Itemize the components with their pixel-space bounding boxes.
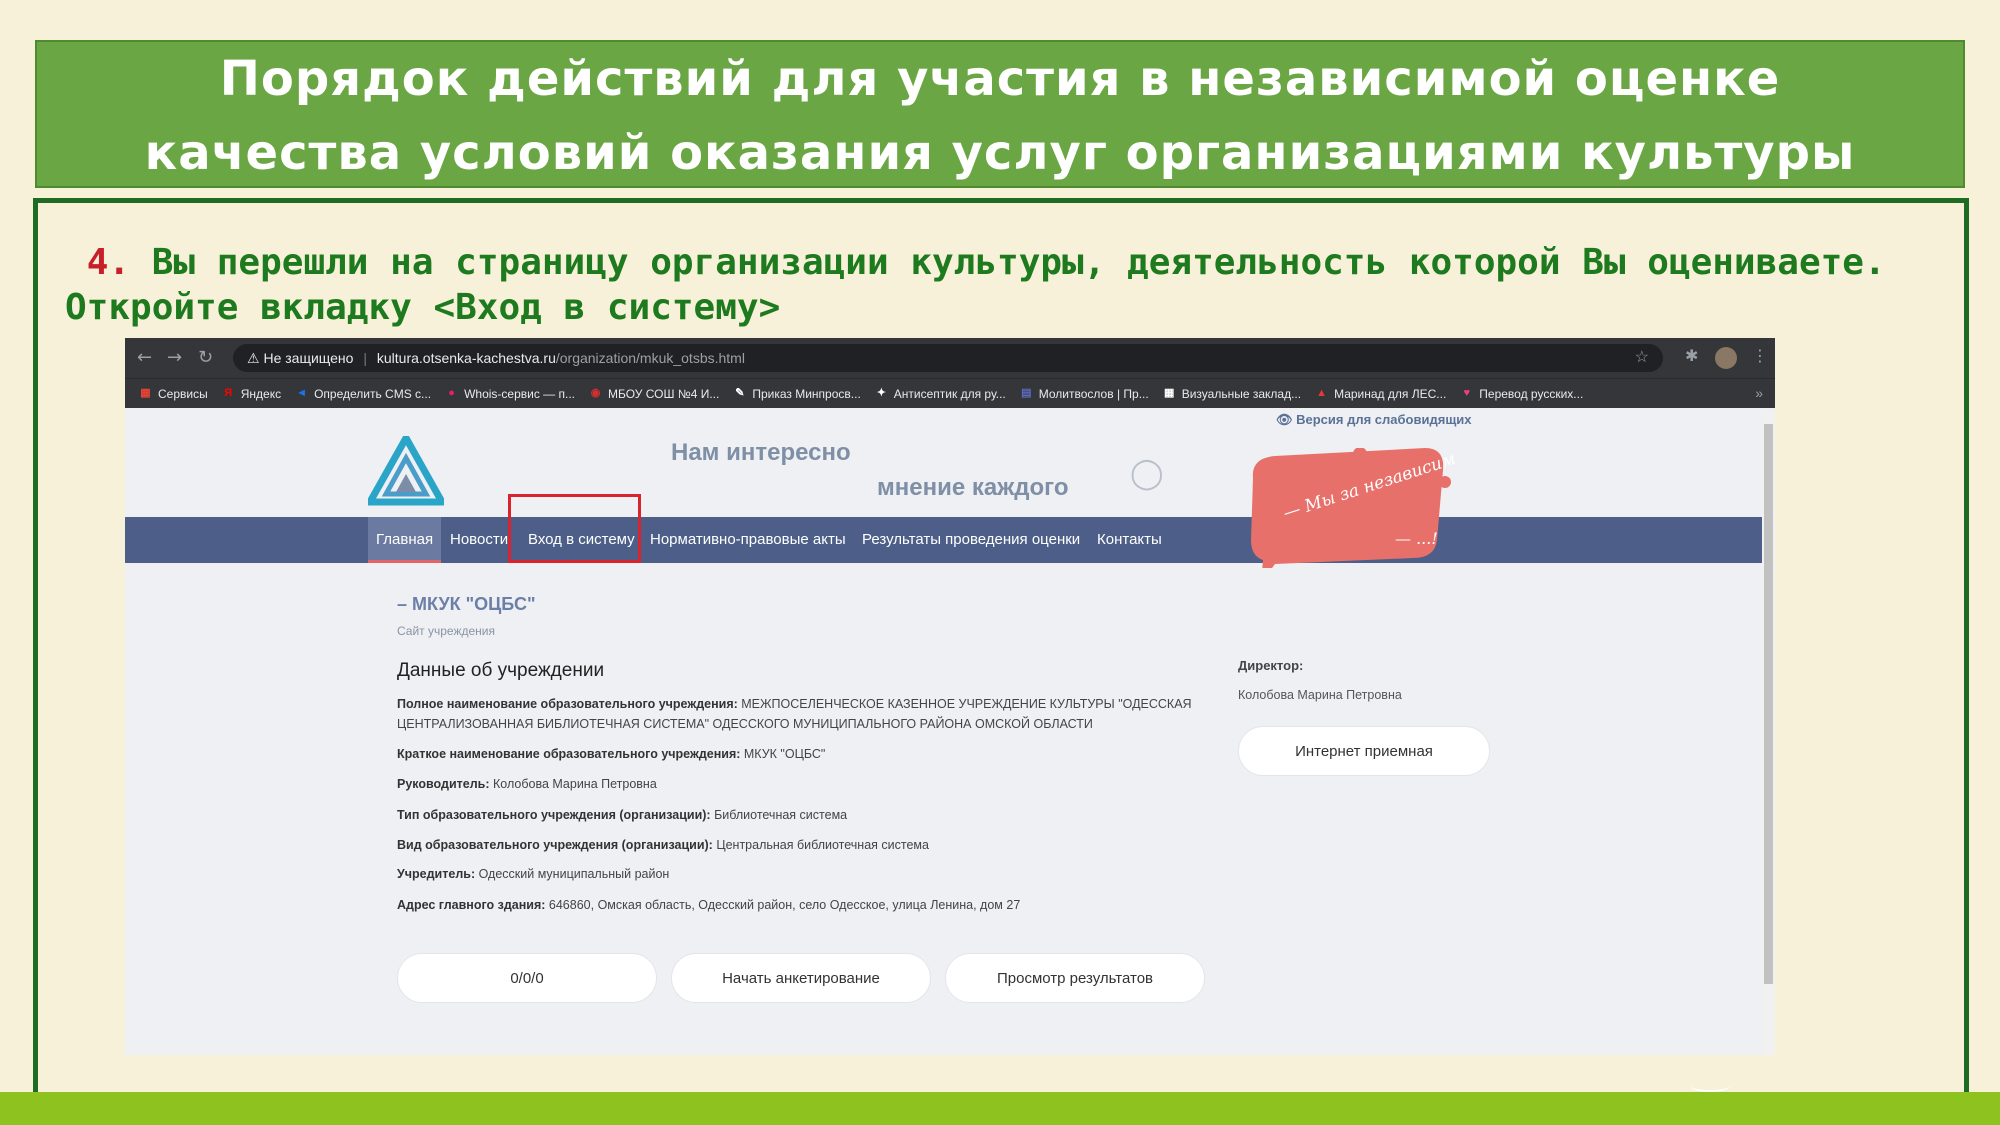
field-full-name: Полное наименование образовательного учр… xyxy=(397,697,1192,731)
director-name: Колобова Марина Петровна xyxy=(1238,688,1402,702)
url-domain: kultura.otsenka-kachestva.ru xyxy=(376,350,556,366)
view-results-button[interactable]: Просмотр результатов xyxy=(945,953,1205,1003)
bookmark-label: Молитвослов | Пр... xyxy=(1038,386,1149,401)
web-page: 👁 Версия для слабовидящих Нам интересно … xyxy=(125,408,1775,1055)
security-status: Не защищено xyxy=(263,350,354,366)
slide-title-line2: качества условий оказания услуг организа… xyxy=(144,125,1856,181)
school-icon: ◉ xyxy=(590,387,601,399)
org-title: – МКУК "ОЦБС" xyxy=(397,594,536,614)
book-icon: ▤ xyxy=(1021,387,1032,399)
slogan-line1: Нам интересно xyxy=(671,439,851,466)
low-vision-link[interactable]: 👁 Версия для слабовидящих xyxy=(1276,412,1472,428)
field-short-name: Краткое наименование образовательного уч… xyxy=(397,747,826,761)
more-bookmarks-icon[interactable]: » xyxy=(1755,385,1763,401)
bookmark-item[interactable]: ▦ Визуальные заклад... xyxy=(1163,387,1301,401)
bookmark-label: МБОУ СОШ №4 И... xyxy=(608,386,720,401)
start-survey-button[interactable]: Начать анкетирование xyxy=(671,953,931,1003)
bookmark-label: Определить CMS с... xyxy=(314,386,432,401)
field-head: Руководитель: Колобова Марина Петровна xyxy=(397,777,657,791)
page-scrollbar[interactable] xyxy=(1762,410,1775,1055)
bookmark-label: Яндекс xyxy=(240,386,282,401)
reload-icon[interactable]: ↻ xyxy=(198,347,213,368)
nav-contacts[interactable]: Контакты xyxy=(1097,517,1162,563)
bookmark-label: Whois-сервис — п... xyxy=(464,386,575,401)
data-heading: Данные об учреждении xyxy=(397,660,605,681)
doc-icon: ✎ xyxy=(735,387,745,399)
bookmark-item[interactable]: ● Whois-сервис — п... xyxy=(445,387,575,401)
extensions-icon[interactable]: ✱ xyxy=(1685,346,1698,365)
yandex-icon: Я xyxy=(224,387,233,399)
site-logo-icon[interactable] xyxy=(368,436,444,506)
bookmark-label: Антисептик для ру... xyxy=(893,386,1006,401)
browser-screenshot: ← → ↻ ⚠ Не защищено | kultura.otsenka-ka… xyxy=(125,338,1775,1055)
bookmark-star-icon[interactable]: ☆ xyxy=(1635,344,1649,372)
slogan-line2: мнение каждого xyxy=(877,474,1069,501)
field-address: Адрес главного здания: 646860, Омская об… xyxy=(397,898,1021,912)
internet-reception-button[interactable]: Интернет приемная xyxy=(1238,726,1490,776)
bookmark-label: Приказ Минпросв... xyxy=(752,386,861,401)
bookmark-item[interactable]: ▤ Молитвослов | Пр... xyxy=(1020,387,1149,401)
tiles-icon: ▦ xyxy=(1164,387,1175,399)
bookmark-item[interactable]: ▦ Сервисы xyxy=(139,386,208,401)
browser-toolbar: ← → ↻ ⚠ Не защищено | kultura.otsenka-ka… xyxy=(125,338,1775,378)
cms-icon: ◄ xyxy=(296,387,308,399)
warning-icon: ⚠ xyxy=(247,350,260,366)
counter-button[interactable]: 0/0/0 xyxy=(397,953,657,1003)
bookmark-item[interactable]: ✎ Приказ Минпросв... xyxy=(733,386,861,401)
nav-legal-acts[interactable]: Нормативно-правовые акты xyxy=(650,517,846,563)
org-site-link[interactable]: Сайт учреждения xyxy=(397,624,495,638)
director-label: Директор: xyxy=(1238,658,1304,673)
profile-avatar[interactable] xyxy=(1715,347,1737,369)
nav-news[interactable]: Новости xyxy=(450,517,508,563)
apps-grid-icon: ▦ xyxy=(140,387,151,399)
instruction-line1: Вы перешли на страницу организации культ… xyxy=(151,242,1886,283)
step-instruction: 4. Вы перешли на страницу организации ку… xyxy=(65,240,1965,330)
whois-icon: ● xyxy=(448,387,455,399)
scrollbar-thumb[interactable] xyxy=(1764,424,1773,984)
bookmark-item[interactable]: ◉ МБОУ СОШ №4 И... xyxy=(589,386,720,401)
site-navbar: Главная Новости Вход в систему Нормативн… xyxy=(125,517,1762,563)
bookmark-item[interactable]: ✦ Антисептик для ру... xyxy=(875,387,1006,401)
bookmark-label: Визуальные заклад... xyxy=(1181,386,1302,401)
step-number: 4. xyxy=(86,242,131,283)
field-type: Тип образовательного учреждения (организ… xyxy=(397,808,848,822)
sparkle-icon: ✦ xyxy=(876,387,886,399)
slogan-badge: — Мы за независимую оценку! — ...! xyxy=(1251,448,1455,568)
instruction-line2: Откройте вкладку <Вход в систему> xyxy=(65,287,781,328)
slide-title-line1: Порядок действий для участия в независим… xyxy=(219,51,1781,107)
bottom-decor-bar xyxy=(0,1092,2000,1125)
bookmarks-bar: ▦ Сервисы Я Яндекс ◄ Определить CMS с... ● Whoi… xyxy=(125,378,1775,408)
nav-results[interactable]: Результаты проведения оценки xyxy=(862,517,1080,563)
back-arrow-icon[interactable]: ← xyxy=(137,347,152,368)
forward-arrow-icon[interactable]: → xyxy=(167,347,182,368)
heart-icon: ♥ xyxy=(1463,387,1471,399)
nav-home[interactable]: Главная xyxy=(368,517,442,563)
login-tab-highlight xyxy=(508,494,641,563)
bookmark-item[interactable]: Я Яндекс xyxy=(222,387,281,401)
bookmark-item[interactable]: ♥ Перевод русских... xyxy=(1460,386,1584,401)
bookmark-label: Сервисы xyxy=(158,386,208,401)
slide-title-banner: Порядок действий для участия в независим… xyxy=(35,40,1965,188)
bookmark-label: Перевод русских... xyxy=(1479,386,1584,401)
field-founder: Учредитель: Одесский муниципальный район xyxy=(397,867,670,881)
menu-dots-icon[interactable]: ⋮ xyxy=(1752,346,1768,365)
badge-text-2: — ...! xyxy=(1395,529,1438,548)
bookmark-item[interactable]: ▲ Маринад для ЛЕС... xyxy=(1315,387,1446,401)
lightbulb-icon: ◯ xyxy=(1130,457,1164,490)
url-path: /organization/mkuk_otsbs.html xyxy=(555,350,745,366)
decor-curl xyxy=(1690,1080,1730,1092)
recipe-icon: ▲ xyxy=(1316,387,1328,399)
address-bar[interactable]: ⚠ Не защищено | kultura.otsenka-kachestv… xyxy=(233,344,1663,372)
bookmark-label: Маринад для ЛЕС... xyxy=(1334,386,1447,401)
bookmark-item[interactable]: ◄ Определить CMS с... xyxy=(295,387,431,401)
field-kind: Вид образовательного учреждения (организ… xyxy=(397,838,929,852)
